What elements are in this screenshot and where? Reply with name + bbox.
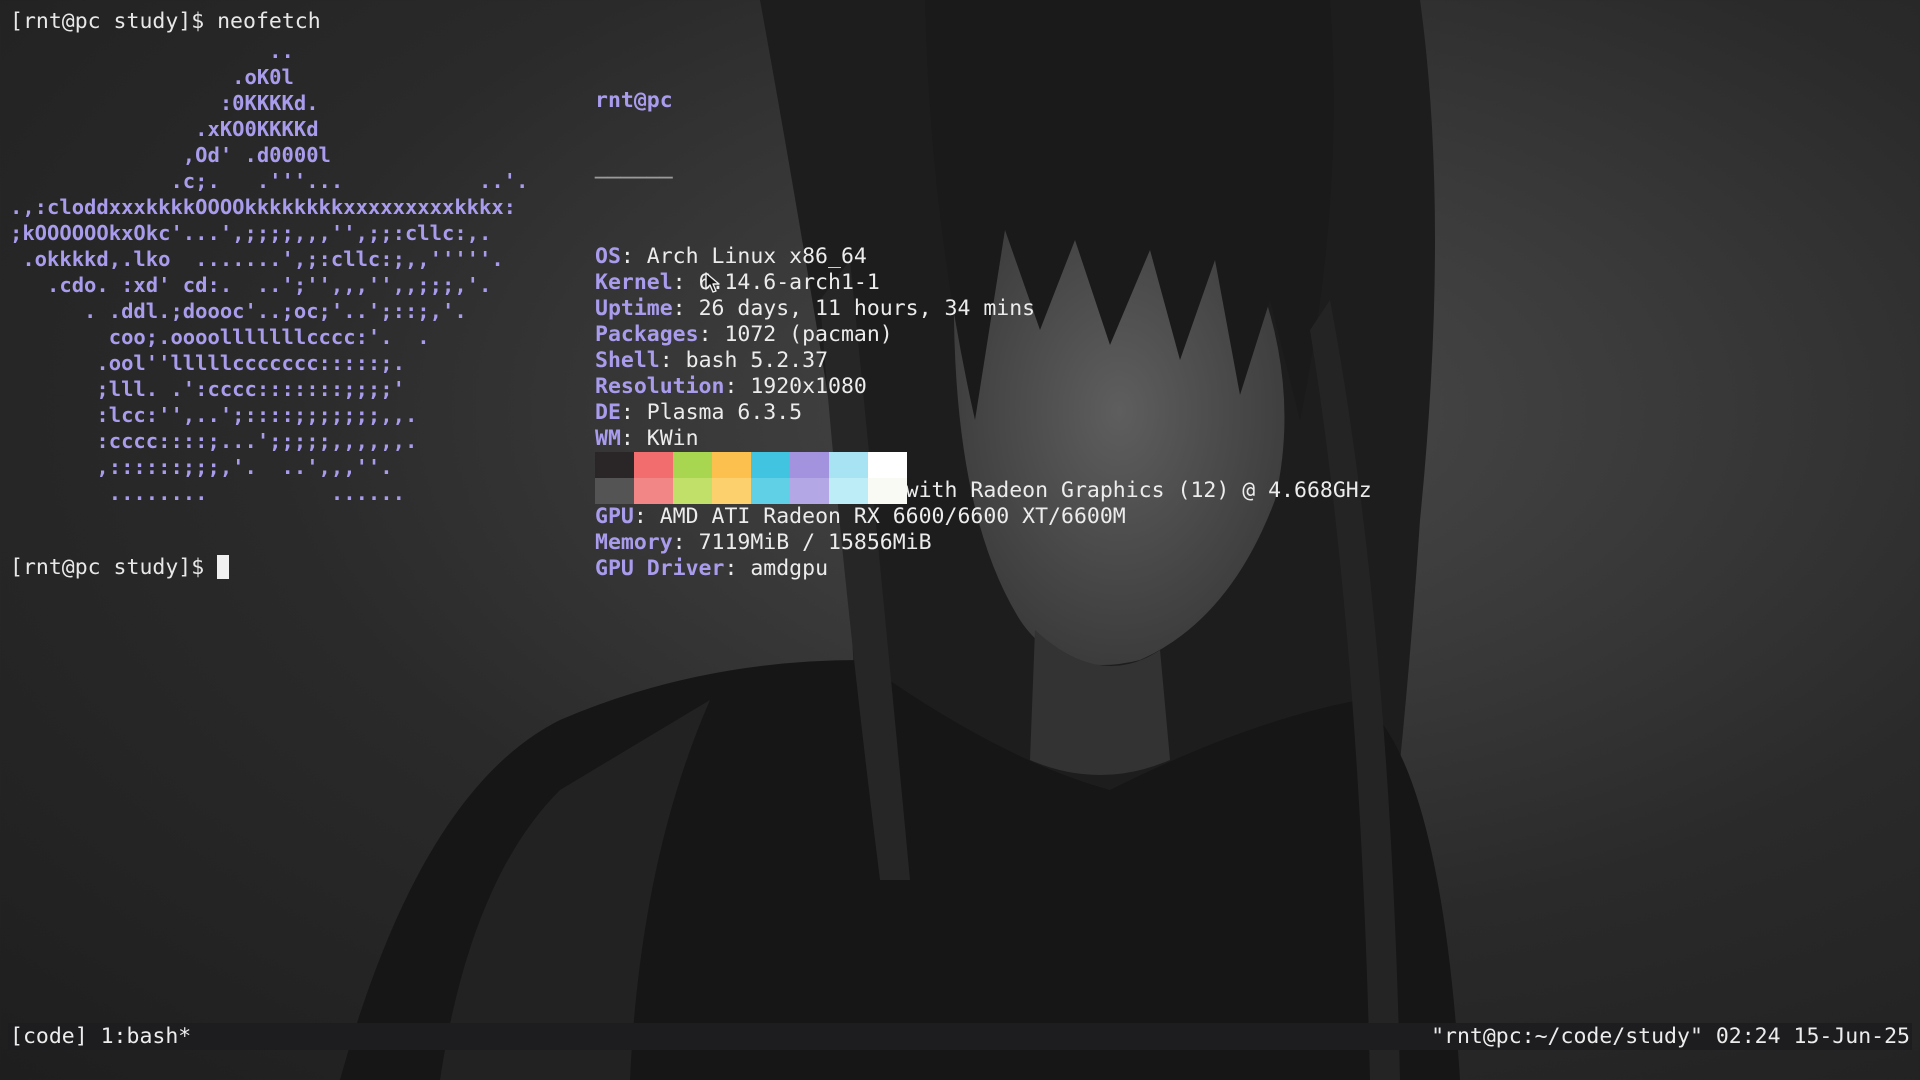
ascii-logo-line: .c;. .'''... ..'. xyxy=(10,169,529,193)
info-key: Resolution xyxy=(595,374,725,399)
arch-ascii-logo: .. .oK0l :0KKKKd. .xKO0KKKKd ,Od' .d0000… xyxy=(10,38,528,506)
info-value: Plasma 6.3.5 xyxy=(646,400,803,425)
info-value: KWin xyxy=(646,426,699,451)
color-swatch-normal-5 xyxy=(790,452,829,478)
color-swatch-bright-3 xyxy=(712,478,751,504)
ascii-logo-line: ;kOOOOOOkxOkc'...',;;;;,,,'',;;:cllc:,. xyxy=(10,221,492,245)
info-key: Packages xyxy=(595,322,699,347)
info-value: 1072 (pacman) xyxy=(724,322,893,347)
color-swatch-normal-4 xyxy=(751,452,790,478)
info-row-wm: WM: KWin xyxy=(595,426,699,451)
color-swatch-normal-0 xyxy=(595,452,634,478)
info-value: amdgpu xyxy=(750,556,829,581)
shell-prompt: [rnt@pc study]$ xyxy=(10,9,218,34)
info-row-memory: Memory: 7119MiB / 15856MiB xyxy=(595,530,932,555)
block-cursor-icon xyxy=(217,555,230,579)
ascii-logo-line: ;lll. .':cccc:::::::;;;;' xyxy=(10,377,405,401)
color-swatch-bright-7 xyxy=(868,478,907,504)
ascii-logo-line: .cdo. :xd' cd:. ..';'',,,'',,;;;,'. xyxy=(10,273,492,297)
info-value: 1920x1080 xyxy=(750,374,867,399)
info-value: bash 5.2.37 xyxy=(685,348,829,373)
info-row-gpu-driver: GPU Driver: amdgpu xyxy=(595,556,829,581)
info-key: Kernel xyxy=(595,270,673,295)
tmux-session-window[interactable]: [code] 1:bash* xyxy=(10,1023,191,1050)
color-swatch-bright-2 xyxy=(673,478,712,504)
color-swatch-normal-7 xyxy=(868,452,907,478)
color-swatch-normal-2 xyxy=(673,452,712,478)
color-swatch-bright-1 xyxy=(634,478,673,504)
color-swatch-bright-5 xyxy=(790,478,829,504)
ascii-logo-line: ,::::::;;;,'. ..',,,''. xyxy=(10,455,393,479)
tmux-status-right: "rnt@pc:~/code/study" 02:24 15-Jun-25 xyxy=(1431,1024,1910,1049)
color-swatch-bright-0 xyxy=(595,478,634,504)
info-row-os: OS: Arch Linux x86_64 xyxy=(595,244,867,269)
info-value: 26 days, 11 hours, 34 mins xyxy=(698,296,1036,321)
info-value: AMD ATI Radeon RX 6600/6600 XT/6600M xyxy=(659,504,1126,529)
ascii-logo-line: :0KKKKd. xyxy=(10,91,319,115)
info-row-de: DE: Plasma 6.3.5 xyxy=(595,400,803,425)
command-line: [rnt@pc study]$ neofetch xyxy=(10,9,321,35)
color-swatch-normal-6 xyxy=(829,452,868,478)
ascii-logo-line: ,Od' .d0000l xyxy=(10,143,331,167)
info-key: GPU Driver xyxy=(595,556,725,581)
info-row-packages: Packages: 1072 (pacman) xyxy=(595,322,893,347)
shell-prompt: [rnt@pc study]$ xyxy=(10,555,218,580)
ascii-logo-line: .okkkkd,.lko .......',;:cllc:;,,'''''. xyxy=(10,247,504,271)
color-swatch-bright-6 xyxy=(829,478,868,504)
ascii-logo-line: .ool''lllllccccccc:::::;. xyxy=(10,351,405,375)
arrow-cursor-icon xyxy=(705,272,720,293)
info-row-shell: Shell: bash 5.2.37 xyxy=(595,348,829,373)
info-value: Arch Linux x86_64 xyxy=(646,244,867,269)
info-row-uptime: Uptime: 26 days, 11 hours, 34 mins xyxy=(595,296,1036,321)
user-host: rnt@pc xyxy=(595,88,673,113)
ascii-logo-line: .. xyxy=(10,39,294,63)
ascii-logo-line: coo;.oooolllllllcccc:'. . xyxy=(10,325,430,349)
ascii-logo-line: .oK0l xyxy=(10,65,294,89)
info-row-gpu: GPU: AMD ATI Radeon RX 6600/6600 XT/6600… xyxy=(595,504,1126,529)
color-swatch-bright-4 xyxy=(751,478,790,504)
info-key: DE xyxy=(595,400,621,425)
info-key: WM xyxy=(595,426,621,451)
info-key: OS xyxy=(595,244,621,269)
info-key: GPU xyxy=(595,504,634,529)
command-text: neofetch xyxy=(217,9,321,34)
ascii-logo-line: :cccc::::;...';;;;;,,,,,,. xyxy=(10,429,418,453)
info-fields: OS: Arch Linux x86_64 Kernel: 6.14.6-arch… xyxy=(595,244,1372,582)
color-swatch-normal-3 xyxy=(712,452,751,478)
ascii-logo-line: ........ ...... xyxy=(10,481,405,505)
info-key: Shell xyxy=(595,348,660,373)
terminal-window[interactable]: [rnt@pc study]$ neofetch .. .oK0l :0KKKK… xyxy=(0,0,1920,1022)
info-value: 6.14.6-arch1-1 xyxy=(698,270,880,295)
info-value: 7119MiB / 15856MiB xyxy=(698,530,932,555)
ascii-logo-line: .,:cloddxxxkkkkOOOOkkkkkkkkxxxxxxxxxkkkx… xyxy=(10,195,517,219)
ascii-logo-line: :lcc:'',..';::::;;;;;;;,,. xyxy=(10,403,418,427)
active-prompt-line[interactable]: [rnt@pc study]$ xyxy=(10,555,230,581)
system-info: rnt@pc ────── OS: Arch Linux x86_64 Kerne… xyxy=(595,36,1372,634)
color-swatch-normal-1 xyxy=(634,452,673,478)
title-separator: ────── xyxy=(595,166,673,191)
tmux-status-bar: [code] 1:bash* "rnt@pc:~/code/study" 02:… xyxy=(8,1023,1912,1050)
info-row-resolution: Resolution: 1920x1080 xyxy=(595,374,867,399)
color-palette xyxy=(595,452,907,504)
ascii-logo-line: .xKO0KKKKd xyxy=(10,117,319,141)
info-key: Memory xyxy=(595,530,673,555)
ascii-logo-line: . .ddl.;doooc'..;oc;'..';::;,'. xyxy=(10,299,467,323)
info-key: Uptime xyxy=(595,296,673,321)
